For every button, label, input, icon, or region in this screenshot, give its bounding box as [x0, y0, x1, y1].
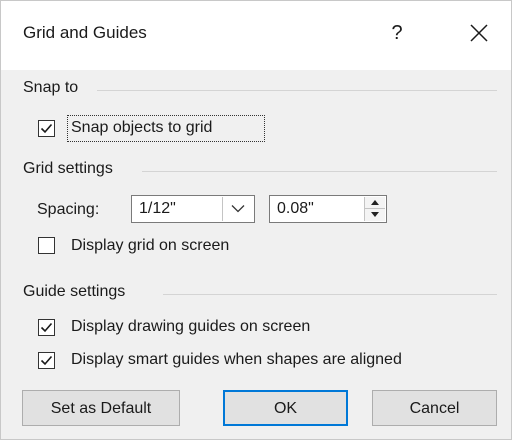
ok-button[interactable]: OK — [223, 390, 348, 426]
grid-and-guides-dialog: Grid and Guides ? Snap to Snap objects t… — [0, 0, 512, 440]
triangle-up-icon — [371, 200, 379, 205]
snap-to-divider — [97, 90, 497, 91]
dialog-title: Grid and Guides — [23, 23, 147, 42]
spacing-dropdown-value: 1/12" — [139, 200, 176, 217]
spacing-custom-spinner[interactable]: 0.08" — [269, 195, 387, 223]
grid-settings-heading: Grid settings — [23, 160, 113, 177]
close-icon — [470, 24, 488, 42]
guide-settings-divider — [163, 294, 497, 295]
cancel-button[interactable]: Cancel — [372, 390, 497, 426]
triangle-down-icon — [371, 212, 379, 217]
spinner-buttons — [364, 197, 385, 221]
spinner-down-button[interactable] — [365, 209, 385, 221]
display-smart-guides-label[interactable]: Display smart guides when shapes are ali… — [71, 351, 402, 369]
spacing-custom-value[interactable]: 0.08" — [277, 200, 314, 218]
snap-to-heading: Snap to — [23, 79, 79, 96]
display-drawing-guides-label[interactable]: Display drawing guides on screen — [71, 318, 310, 336]
title-bar: Grid and Guides ? — [1, 1, 511, 70]
spacing-dropdown-toggle[interactable] — [222, 197, 253, 221]
display-grid-label[interactable]: Display grid on screen — [71, 237, 229, 255]
checkmark-icon — [40, 355, 53, 366]
spacing-label: Spacing: — [37, 201, 100, 218]
display-grid-checkbox[interactable] — [38, 237, 55, 254]
snap-objects-checkbox[interactable] — [38, 120, 55, 137]
snap-objects-label[interactable]: Snap objects to grid — [71, 119, 212, 137]
checkmark-icon — [40, 123, 53, 134]
guide-settings-heading: Guide settings — [23, 283, 126, 300]
spacing-dropdown[interactable]: 1/12" — [131, 195, 255, 223]
display-smart-guides-checkbox[interactable] — [38, 352, 55, 369]
grid-settings-divider — [142, 171, 497, 172]
chevron-down-icon — [231, 205, 245, 213]
set-as-default-button[interactable]: Set as Default — [22, 390, 180, 426]
help-button[interactable]: ? — [383, 19, 411, 47]
close-button[interactable] — [461, 15, 497, 51]
spinner-up-button[interactable] — [365, 197, 385, 209]
checkmark-icon — [40, 322, 53, 333]
display-drawing-guides-checkbox[interactable] — [38, 319, 55, 336]
